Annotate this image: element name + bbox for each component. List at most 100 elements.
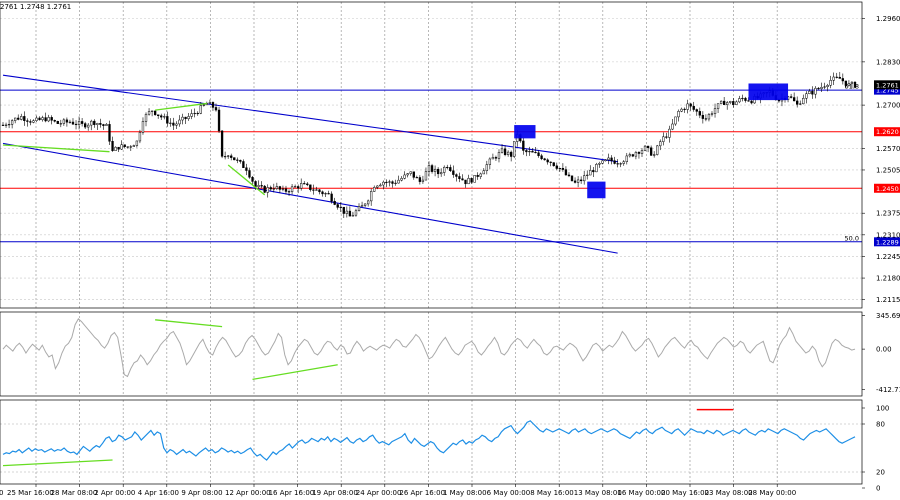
candle-body	[281, 188, 285, 190]
candle-body	[494, 157, 498, 159]
candle-body	[811, 90, 814, 95]
candle-body	[744, 97, 747, 101]
candle	[114, 146, 117, 151]
candle-body	[586, 174, 589, 176]
candle-body	[315, 189, 318, 191]
candle-body	[595, 164, 598, 173]
candle-body	[583, 175, 586, 182]
candle-body	[144, 113, 148, 122]
candle-body	[625, 155, 628, 162]
candle-body	[187, 116, 190, 120]
time-axis-label: 6 May 00:00	[487, 489, 531, 497]
price-axis-label: 1.2960	[876, 15, 900, 23]
candle	[217, 106, 221, 134]
candle-body	[716, 103, 720, 109]
candle-body	[722, 100, 726, 105]
candle-body	[363, 203, 367, 206]
candle-body	[360, 205, 364, 207]
cci-axis-label: 0.00	[876, 346, 892, 354]
candle-body	[263, 185, 266, 193]
current-price-label: 1.2761	[876, 81, 899, 89]
candle-body	[17, 117, 20, 120]
level-price-label: 1.2450	[876, 185, 899, 193]
ohlc-header: 2761 1.2748 1.2761	[0, 3, 71, 11]
rsi-axis-label: 80	[876, 421, 885, 429]
candle-body	[695, 109, 698, 112]
candle-body	[732, 101, 735, 105]
candle	[513, 141, 516, 159]
candle-body	[853, 81, 857, 88]
candle-body	[491, 157, 495, 160]
candle-body	[604, 159, 607, 162]
candle-body	[275, 186, 279, 189]
candle-body	[32, 120, 35, 123]
candle-body	[500, 148, 504, 153]
level-price-label: 1.2620	[876, 128, 899, 136]
candle-body	[126, 146, 129, 148]
candle-body	[135, 140, 139, 146]
candle-body	[412, 171, 415, 178]
candle-body	[90, 120, 93, 126]
candle-body	[99, 123, 102, 125]
candle-body	[449, 167, 452, 172]
time-axis-label: 25 Mar 16:00	[7, 489, 54, 497]
candle-body	[634, 152, 638, 157]
candle-body	[616, 163, 619, 165]
candle-body	[467, 178, 470, 185]
candle-body	[631, 154, 635, 157]
candle-body	[558, 167, 562, 170]
candle-body	[330, 193, 333, 202]
candle-body	[674, 116, 677, 125]
highlight-box	[748, 83, 789, 101]
candle-body	[789, 96, 793, 98]
candle-body	[248, 170, 251, 178]
candle-body	[741, 97, 744, 100]
candle-body	[293, 186, 297, 188]
candle-body	[418, 177, 422, 182]
candle-body	[485, 164, 488, 171]
candle-body	[713, 108, 717, 114]
candle-body	[646, 145, 650, 148]
rsi-axis-label: 100	[876, 405, 889, 413]
candle-body	[199, 105, 202, 114]
candle-body	[29, 121, 32, 123]
candle-body	[409, 171, 412, 174]
candle-body	[53, 120, 56, 122]
candle	[853, 81, 857, 89]
candle-body	[138, 132, 142, 142]
candle-body	[65, 119, 69, 123]
candle-body	[278, 186, 282, 190]
candle-body	[336, 204, 339, 208]
candle-body	[567, 174, 571, 177]
candle-body	[522, 140, 525, 151]
candle-body	[333, 200, 336, 205]
candle-body	[217, 109, 221, 132]
trading-chart[interactable]: 1.274561.81.26201.24501.228950.01.2761 1…	[0, 0, 900, 500]
candle-body	[87, 124, 90, 128]
candle-body	[83, 123, 87, 128]
candle-body	[452, 170, 455, 175]
candle-body	[403, 174, 406, 179]
candle-body	[747, 100, 750, 102]
candle	[643, 144, 647, 152]
candle-body	[351, 214, 355, 217]
candle-body	[841, 78, 844, 82]
candle-body	[704, 118, 708, 120]
candle-body	[576, 179, 580, 183]
candle-body	[482, 170, 485, 175]
candle-body	[427, 165, 431, 172]
candle-body	[324, 193, 327, 195]
candle-body	[433, 168, 437, 172]
candle-body	[735, 101, 738, 105]
candle-body	[327, 193, 330, 195]
candle-body	[296, 186, 300, 189]
candle-body	[750, 100, 753, 104]
candle-body	[211, 102, 215, 108]
candle-body	[172, 122, 175, 126]
candle-body	[284, 188, 288, 192]
time-axis-label: 28 May 00:00	[748, 489, 796, 497]
candle-body	[93, 120, 96, 125]
time-axis-label: 24 Apr 00:00	[356, 489, 402, 497]
time-axis-label-partial: 0	[0, 489, 3, 497]
candle-body	[269, 187, 272, 190]
